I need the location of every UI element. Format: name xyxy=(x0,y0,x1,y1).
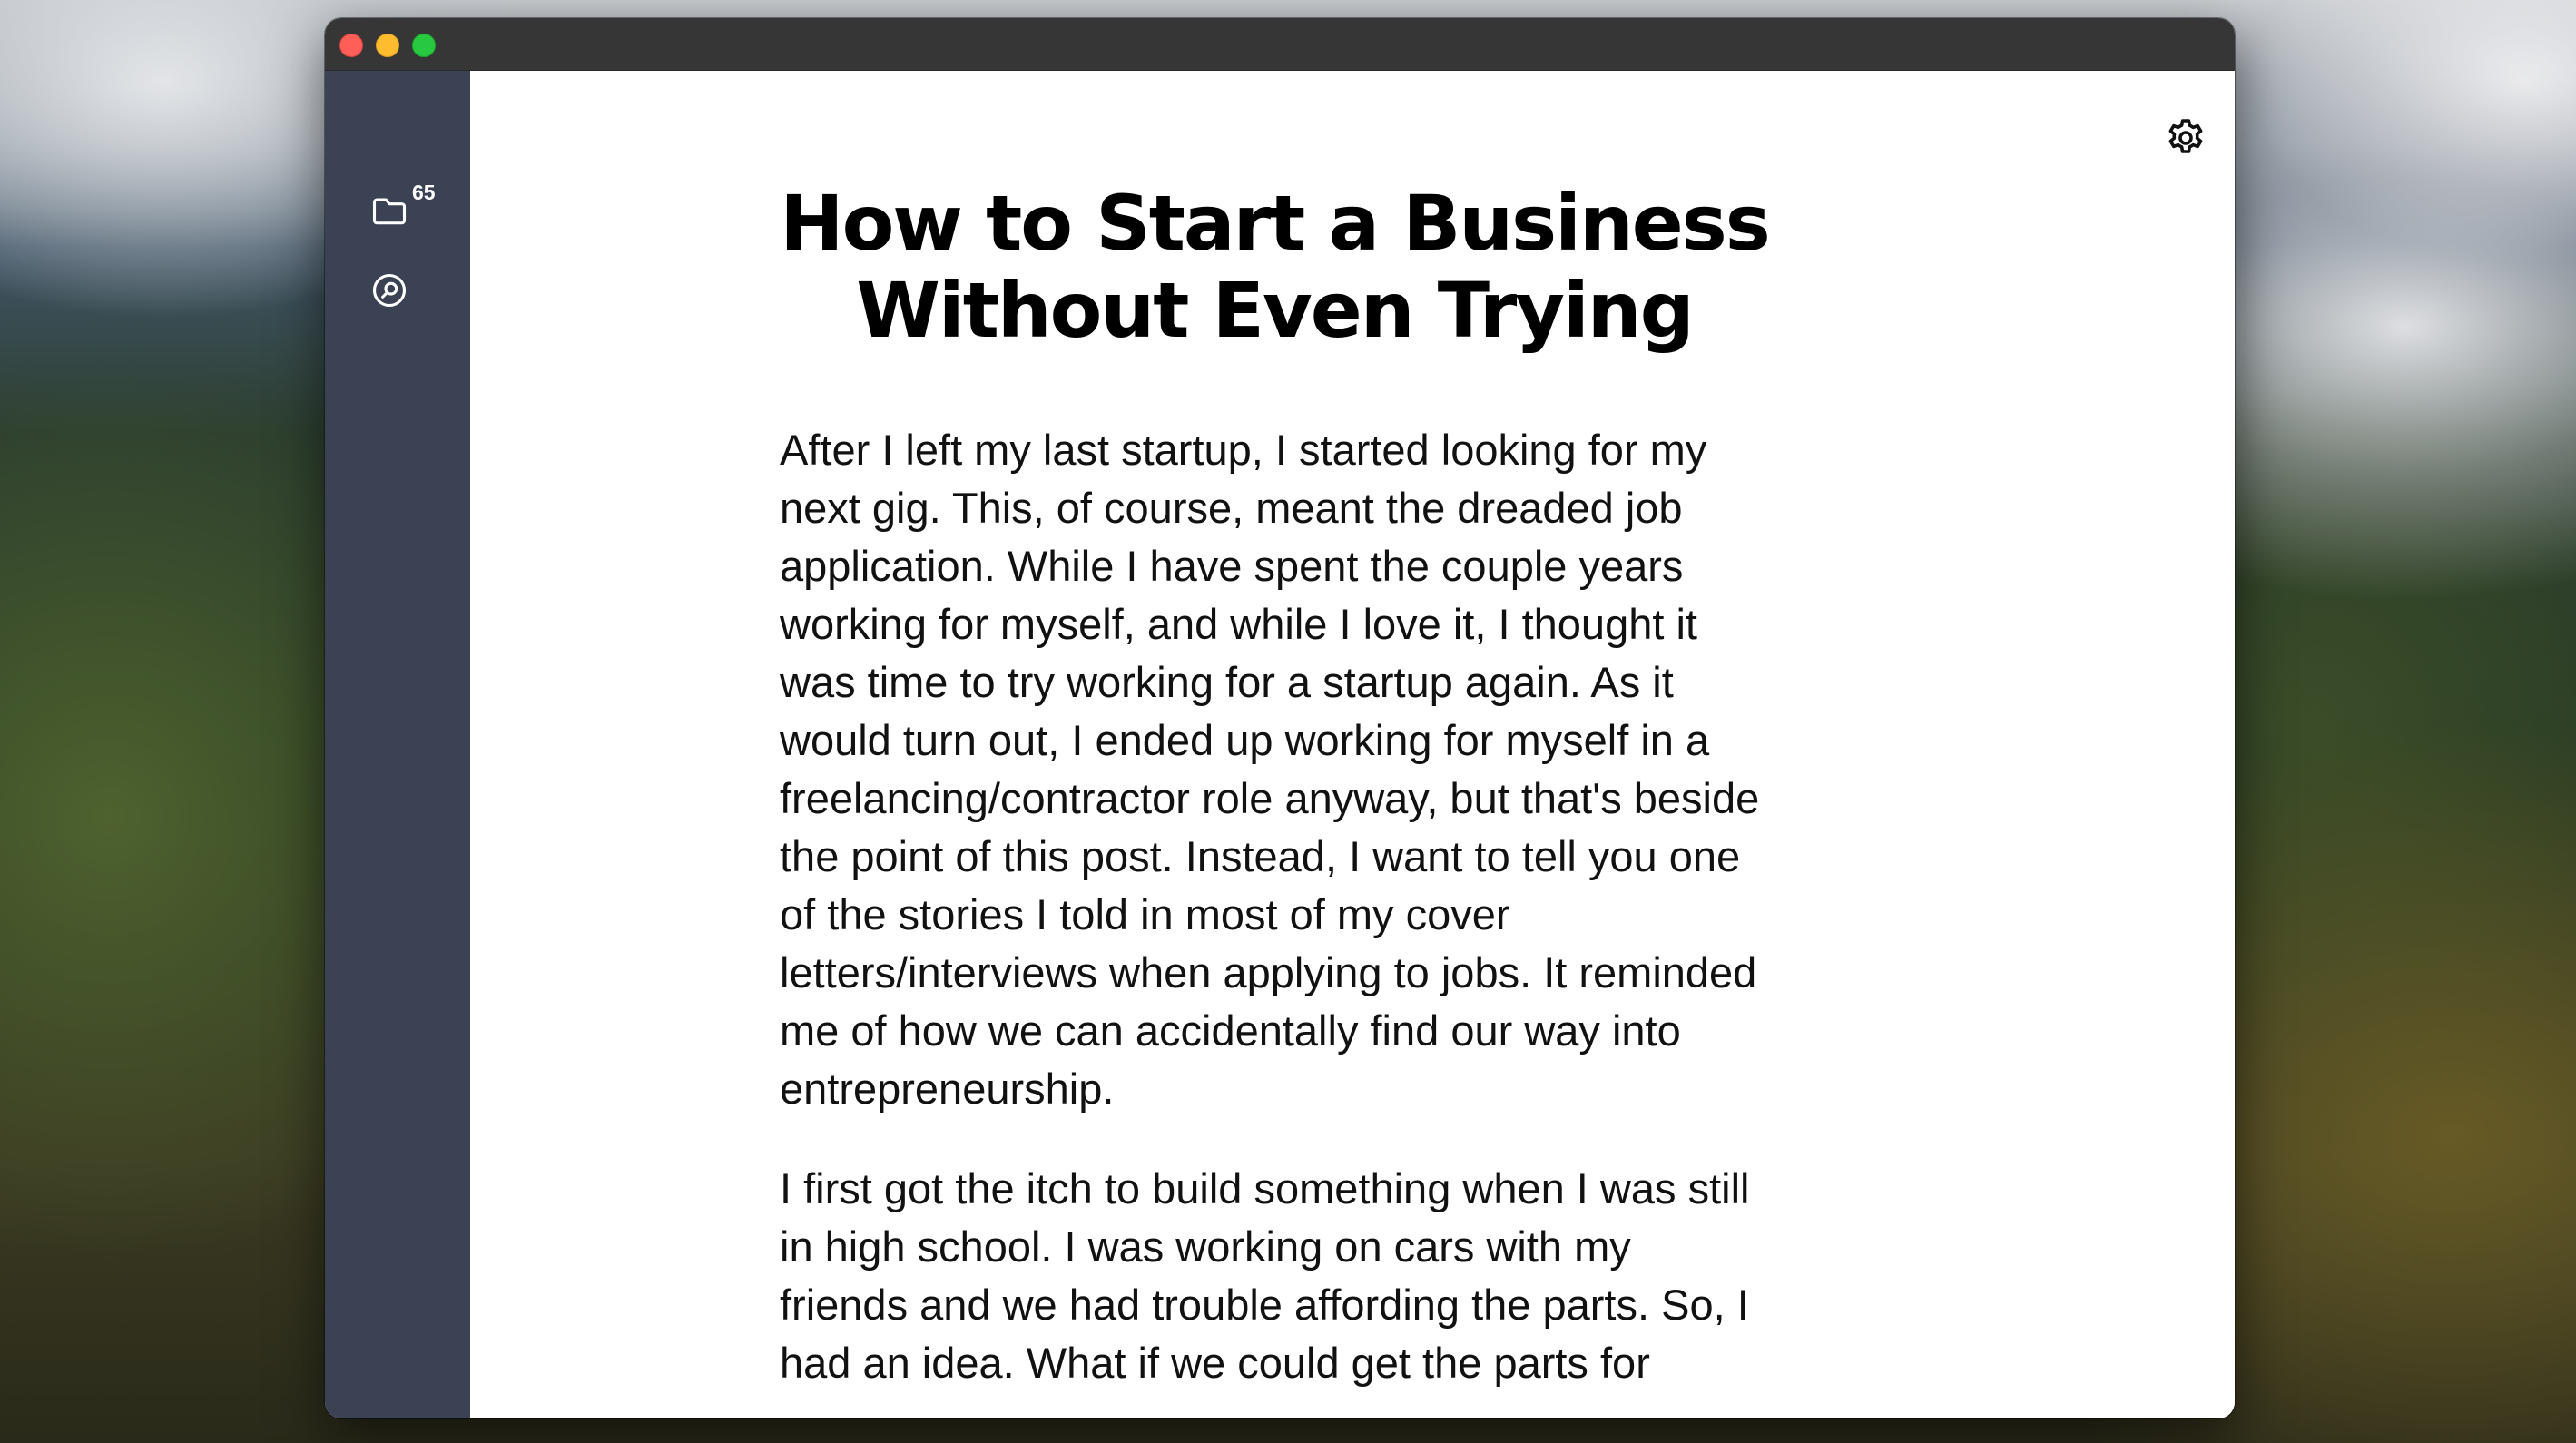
window-close-button[interactable] xyxy=(339,34,363,57)
reader-content[interactable]: How to Start a Business Without Even Try… xyxy=(471,71,2235,1418)
article-title-line-2: Without Even Trying xyxy=(856,266,1694,355)
window-minimize-button[interactable] xyxy=(376,34,399,57)
article-title: How to Start a Business Without Even Try… xyxy=(780,179,1770,355)
window-maximize-button[interactable] xyxy=(412,34,436,57)
article-paragraph: After I left my last startup, I started … xyxy=(780,426,1760,1113)
folder-count-badge: 65 xyxy=(412,181,436,204)
sidebar: 65 xyxy=(325,71,470,1418)
gear-icon xyxy=(2168,119,2203,153)
search-icon xyxy=(372,273,407,308)
window-titlebar[interactable] xyxy=(325,18,2235,71)
folder-button[interactable] xyxy=(367,188,412,233)
article-title-line-1: How to Start a Business xyxy=(780,179,1770,268)
folder-icon xyxy=(372,198,407,225)
app-window: 65 How to Start a Business Without Even … xyxy=(325,18,2235,1418)
settings-button[interactable] xyxy=(2164,116,2207,160)
article: How to Start a Business Without Even Try… xyxy=(780,179,1771,1418)
article-paragraph: I first got the itch to build something … xyxy=(780,1164,1750,1387)
search-button[interactable] xyxy=(367,268,412,313)
